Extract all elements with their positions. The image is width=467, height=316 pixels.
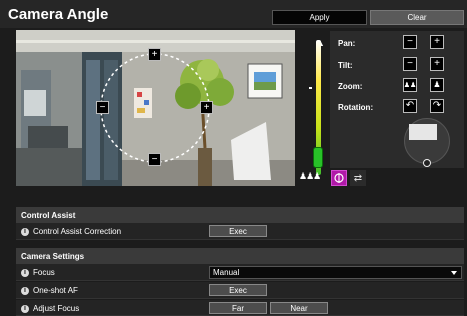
control-assist-correction-label: Control Assist Correction [33,227,122,236]
control-assist-correction-row: i Control Assist Correction Exec [16,223,464,240]
page-title: Camera Angle [8,6,109,23]
tilt-plus-button[interactable]: + [430,57,444,71]
clear-button[interactable]: Clear [370,10,464,25]
pan-plus-button[interactable]: + [430,35,444,49]
apply-button[interactable]: Apply [272,10,367,25]
zoom-label: Zoom: [338,82,363,91]
pan-minus-button[interactable]: − [403,35,417,49]
oneshot-af-exec-button[interactable]: Exec [209,284,267,296]
camera-live-view[interactable]: + − + − [16,30,295,186]
rotation-knob[interactable] [423,159,431,167]
focus-near-button[interactable]: Near [270,302,328,314]
tilt-minus-button[interactable]: − [403,57,417,71]
camera-angle-app: Camera Angle Apply Clear + − + − ♟♟♟ Pan… [0,0,467,316]
info-icon[interactable]: i [21,286,29,295]
oneshot-af-row: i One-shot AF Exec [16,282,464,299]
rotation-label: Rotation: [338,103,374,112]
tilt-label: Tilt: [338,61,353,70]
info-icon[interactable]: i [21,304,29,313]
swap-icon[interactable]: ⇄ [350,170,366,186]
header-bar: Camera Angle Apply Clear [0,0,467,28]
tilt-up-icon[interactable]: + [148,48,161,61]
chevron-down-icon [451,271,457,275]
focus-select[interactable]: Manual [209,266,462,279]
tilt-down-icon[interactable]: − [148,153,161,166]
pan-label: Pan: [338,39,356,48]
focus-far-button[interactable]: Far [209,302,267,314]
target-icon[interactable] [331,170,347,186]
rotation-preview [409,124,437,140]
control-assist-section-header: Control Assist [16,207,464,223]
oneshot-af-label: One-shot AF [33,286,78,295]
info-icon[interactable]: i [21,227,29,236]
focus-label: Focus [33,268,55,277]
zoom-wide-button[interactable]: ♟♟ [403,78,417,92]
control-assist-exec-button[interactable]: Exec [209,225,267,237]
zoom-tick-mark [309,87,312,89]
info-icon[interactable]: i [21,268,29,277]
focus-row: i Focus Manual [16,264,464,281]
rotate-right-button[interactable]: ↷ [430,99,444,113]
pan-right-icon[interactable]: + [200,101,213,114]
zoom-slider-handle[interactable] [313,147,323,168]
adjust-focus-row: i Adjust Focus Far Near [16,300,464,316]
rotate-left-button[interactable]: ↶ [403,99,417,113]
pan-left-icon[interactable]: − [96,101,109,114]
zoom-tele-button[interactable]: ♟ [430,78,444,92]
zoom-wide-icon[interactable]: ♟♟♟ [299,171,321,182]
camera-settings-section-header: Camera Settings [16,248,464,264]
adjust-focus-label: Adjust Focus [33,304,80,313]
focus-select-value: Manual [213,268,240,277]
